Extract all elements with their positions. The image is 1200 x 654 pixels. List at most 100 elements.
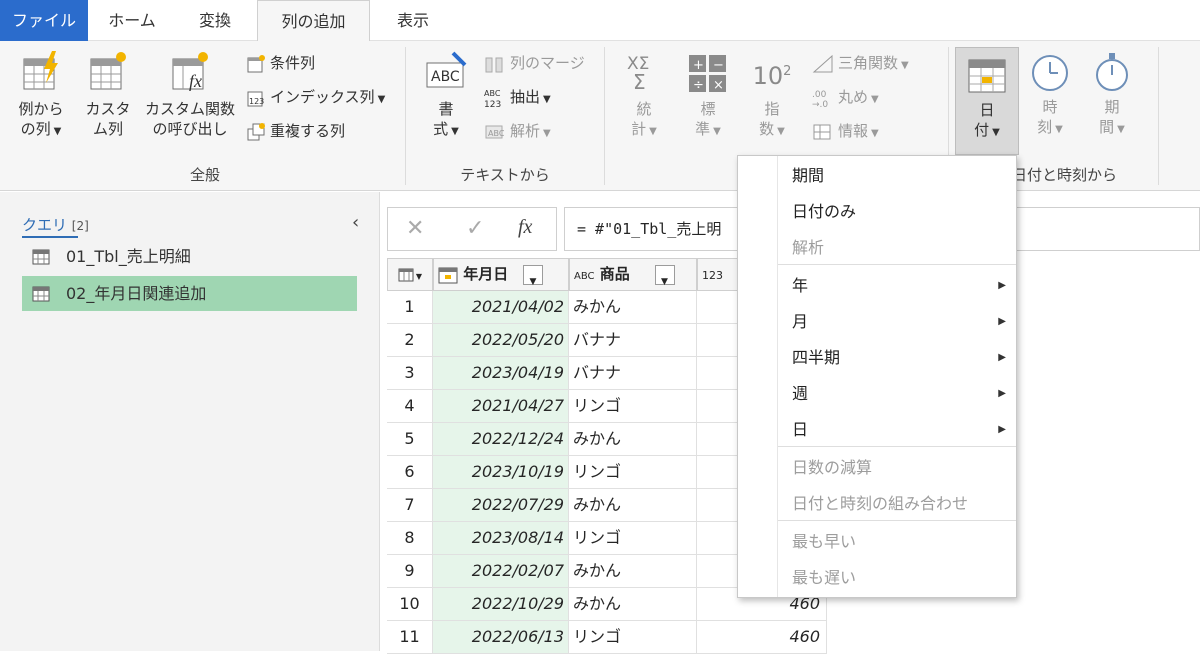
date-label-1: 日 bbox=[979, 101, 995, 119]
extract-icon: ABC 123 bbox=[484, 89, 501, 109]
table-menu-button[interactable]: ▼ bbox=[387, 258, 433, 291]
tab-transform[interactable]: 変換 bbox=[178, 0, 252, 41]
chevron-down-icon: ▼ bbox=[543, 94, 551, 105]
ribbon-tab-bar: ファイル ホーム 変換 列の追加 表示 bbox=[0, 0, 1200, 42]
standard-button[interactable]: + − ÷ × 標 準 ▼ bbox=[682, 49, 734, 142]
time-button[interactable]: 時 刻 ▼ bbox=[1024, 49, 1076, 140]
duplicate-column-button[interactable]: 重複する列 bbox=[246, 119, 345, 143]
menu-item[interactable]: 解析 bbox=[778, 230, 1016, 265]
product-cell[interactable]: リンゴ bbox=[569, 522, 697, 555]
date-cell[interactable]: 2023/08/14 bbox=[433, 522, 569, 555]
chevron-down-icon: ▼ bbox=[992, 127, 1000, 138]
parse-label: 解析 bbox=[510, 122, 541, 140]
row-number-cell[interactable]: 11 bbox=[387, 621, 433, 654]
column-header-product[interactable]: ABC 商品 ▼ bbox=[569, 258, 697, 291]
product-cell[interactable]: リンゴ bbox=[569, 456, 697, 489]
date-cell[interactable]: 2021/04/02 bbox=[433, 291, 569, 324]
row-number-cell[interactable]: 5 bbox=[387, 423, 433, 456]
menu-item[interactable]: 年 ▶ bbox=[778, 268, 1016, 303]
chevron-down-icon: ▼ bbox=[901, 60, 909, 71]
column-header-date[interactable]: 年月日 ▼ bbox=[433, 258, 569, 291]
date-cell[interactable]: 2022/10/29 bbox=[433, 588, 569, 621]
duration-button[interactable]: 期 間 ▼ bbox=[1086, 49, 1138, 140]
product-cell[interactable]: みかん bbox=[569, 489, 697, 522]
date-cell[interactable]: 2023/04/19 bbox=[433, 357, 569, 390]
menu-item[interactable]: 期間 bbox=[778, 158, 1016, 193]
menu-item-label: 最も早い bbox=[792, 532, 857, 551]
product-cell[interactable]: みかん bbox=[569, 555, 697, 588]
scientific-button[interactable]: 102 指 数 ▼ bbox=[746, 49, 798, 142]
check-icon[interactable]: ✓ bbox=[466, 216, 484, 241]
tab-file[interactable]: ファイル bbox=[0, 0, 88, 41]
chevron-down-icon: ▼ bbox=[1117, 124, 1125, 135]
submenu-arrow-icon: ▶ bbox=[998, 316, 1006, 327]
merge-columns-button[interactable]: 列のマージ bbox=[484, 51, 585, 75]
product-cell[interactable]: バナナ bbox=[569, 324, 697, 357]
conditional-column-button[interactable]: 条件列 bbox=[246, 51, 315, 75]
chevron-down-icon: ▼ bbox=[661, 276, 668, 287]
menu-item[interactable]: 日付と時刻の組み合わせ bbox=[778, 486, 1016, 521]
collapse-pane-icon[interactable]: ‹ bbox=[352, 212, 359, 233]
custom-column-icon bbox=[90, 52, 126, 90]
menu-item[interactable]: 日 ▶ bbox=[778, 412, 1016, 447]
menu-item[interactable]: 最も早い bbox=[778, 524, 1016, 559]
date-cell[interactable]: 2023/10/19 bbox=[433, 456, 569, 489]
row-number-cell[interactable]: 3 bbox=[387, 357, 433, 390]
fx-icon[interactable]: fx bbox=[518, 216, 532, 239]
custom-column-button[interactable]: カスタ ム列 bbox=[80, 49, 136, 139]
date-cell[interactable]: 2022/02/07 bbox=[433, 555, 569, 588]
menu-item[interactable]: 週 ▶ bbox=[778, 376, 1016, 411]
date-button[interactable]: 日 付 ▼ bbox=[955, 47, 1019, 155]
menu-item[interactable]: 最も遅い bbox=[778, 560, 1016, 595]
row-number-cell[interactable]: 4 bbox=[387, 390, 433, 423]
product-cell[interactable]: みかん bbox=[569, 291, 697, 324]
column-from-examples-button[interactable]: 例から の列 ▼ bbox=[10, 49, 72, 142]
product-cell[interactable]: リンゴ bbox=[569, 621, 697, 654]
extract-button[interactable]: ABC 123 抽出 ▼ bbox=[484, 85, 551, 109]
chevron-down-icon: ▼ bbox=[377, 94, 386, 105]
date-cell[interactable]: 2022/07/29 bbox=[433, 489, 569, 522]
date-cell[interactable]: 2022/06/13 bbox=[433, 621, 569, 654]
chevron-down-icon: ▼ bbox=[871, 94, 879, 105]
product-cell[interactable]: バナナ bbox=[569, 357, 697, 390]
product-cell[interactable]: みかん bbox=[569, 588, 697, 621]
tab-home[interactable]: ホーム bbox=[93, 0, 171, 41]
menu-item-label: 日数の減算 bbox=[792, 458, 873, 477]
row-number-cell[interactable]: 2 bbox=[387, 324, 433, 357]
rounding-button[interactable]: .00 →.0 丸め ▼ bbox=[812, 85, 879, 109]
statistics-button[interactable]: XΣ Σ 統 計 ▼ bbox=[618, 49, 670, 142]
rounding-label: 丸め bbox=[838, 88, 869, 106]
information-button[interactable]: 情報 ▼ bbox=[812, 119, 879, 143]
row-number-cell[interactable]: 9 bbox=[387, 555, 433, 588]
row-number-cell[interactable]: 8 bbox=[387, 522, 433, 555]
svg-text:ABC: ABC bbox=[488, 129, 505, 138]
table-row[interactable]: 11 2022/06/13 リンゴ 460 bbox=[387, 621, 827, 654]
invoke-custom-function-button[interactable]: fx カスタム関数 の呼び出し bbox=[142, 49, 238, 139]
date-cell[interactable]: 2022/05/20 bbox=[433, 324, 569, 357]
number-cell[interactable]: 460 bbox=[697, 621, 827, 654]
format-button[interactable]: ABC 書 式 ▼ bbox=[418, 49, 474, 142]
menu-item[interactable]: 四半期 ▶ bbox=[778, 340, 1016, 375]
query-item-selected[interactable]: 02_年月日関連追加 bbox=[22, 276, 357, 311]
date-cell[interactable]: 2021/04/27 bbox=[433, 390, 569, 423]
tab-view[interactable]: 表示 bbox=[375, 0, 451, 41]
menu-item[interactable]: 月 ▶ bbox=[778, 304, 1016, 339]
product-cell[interactable]: みかん bbox=[569, 423, 697, 456]
row-number-cell[interactable]: 6 bbox=[387, 456, 433, 489]
trigonometry-button[interactable]: 三角関数 ▼ bbox=[812, 51, 909, 75]
row-number-cell[interactable]: 1 bbox=[387, 291, 433, 324]
filter-dropdown-button[interactable]: ▼ bbox=[523, 264, 544, 287]
parse-button[interactable]: ABC 解析 ▼ bbox=[484, 119, 551, 143]
row-number-cell[interactable]: 7 bbox=[387, 489, 433, 522]
rounding-icon: .00→.0 bbox=[812, 90, 828, 108]
tab-add-column[interactable]: 列の追加 bbox=[257, 0, 370, 42]
date-cell[interactable]: 2022/12/24 bbox=[433, 423, 569, 456]
row-number-cell[interactable]: 10 bbox=[387, 588, 433, 621]
menu-item[interactable]: 日数の減算 bbox=[778, 450, 1016, 485]
product-cell[interactable]: リンゴ bbox=[569, 390, 697, 423]
cancel-icon[interactable]: ✕ bbox=[406, 216, 424, 241]
filter-dropdown-button[interactable]: ▼ bbox=[655, 264, 675, 287]
menu-item[interactable]: 日付のみ bbox=[778, 194, 1016, 229]
query-item[interactable]: 01_Tbl_売上明細 bbox=[22, 239, 357, 274]
index-column-button[interactable]: 123 インデックス列 ▼ bbox=[246, 85, 385, 109]
